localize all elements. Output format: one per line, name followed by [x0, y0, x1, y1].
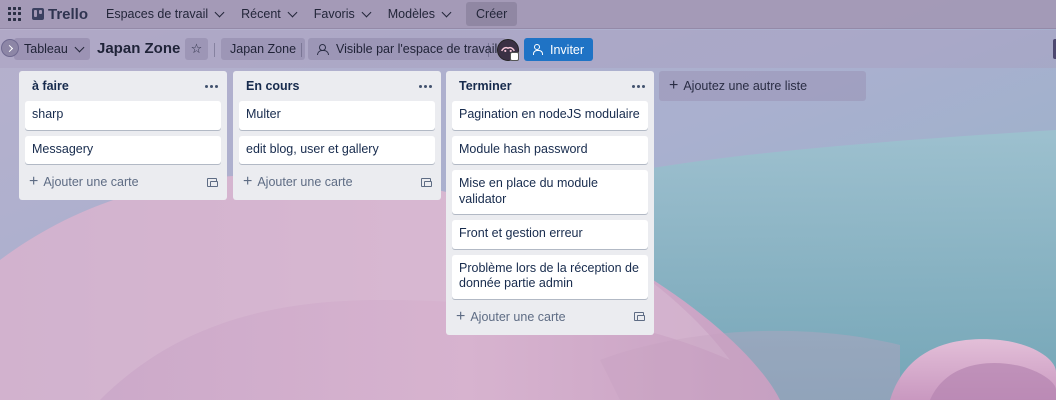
menu-starred-label: Favoris — [313, 7, 355, 21]
chevron-down-icon — [214, 7, 225, 17]
menu-recent-label: Récent — [241, 7, 281, 21]
add-card-row: + Ajouter une carte — [19, 170, 227, 194]
menu-workspaces-label: Espaces de travail — [106, 7, 209, 21]
logo-text: Trello — [48, 5, 89, 23]
trello-logo[interactable]: Trello — [32, 6, 88, 23]
divider — [301, 43, 302, 57]
star-board-button[interactable]: ☆ — [185, 38, 208, 60]
list-title[interactable]: Terminer — [459, 79, 512, 93]
card-template-icon[interactable] — [634, 312, 645, 321]
add-card-label: Ajouter une carte — [470, 309, 566, 324]
chevron-right-icon — [5, 44, 13, 52]
list-menu-icon[interactable] — [632, 84, 645, 88]
board-title[interactable]: Japan Zone — [97, 40, 180, 57]
list-header[interactable]: Terminer — [446, 71, 654, 101]
add-card-button[interactable]: + Ajouter une carte — [29, 173, 139, 190]
sidebar-expand-button[interactable] — [1, 39, 19, 57]
card[interactable]: Front et gestion erreur — [452, 220, 648, 249]
list-header[interactable]: à faire — [19, 71, 227, 101]
card[interactable]: Problème lors de la réception de donnée … — [452, 254, 648, 299]
plus-icon: + — [456, 307, 466, 325]
list-menu-icon[interactable] — [419, 84, 432, 88]
add-card-row: + Ajouter une carte — [233, 170, 441, 194]
add-list-button[interactable]: + Ajoutez une autre liste — [659, 71, 866, 101]
visibility-label: Visible par l'espace de travail — [336, 42, 498, 56]
card-template-icon[interactable] — [207, 177, 218, 187]
card[interactable]: sharp — [25, 101, 221, 130]
list-a-faire: à faire sharp Messagery + Ajouter une ca… — [19, 71, 227, 200]
card[interactable]: Pagination en nodeJS modulaire — [452, 101, 648, 130]
card[interactable]: Module hash password — [452, 135, 648, 164]
plus-icon: + — [243, 173, 253, 190]
card[interactable]: Multer — [239, 101, 435, 130]
create-button[interactable]: Créer — [466, 2, 518, 26]
admin-badge-icon — [510, 52, 519, 61]
add-card-button[interactable]: + Ajouter une carte — [243, 173, 353, 190]
add-card-label: Ajouter une carte — [257, 175, 353, 189]
user-plus-icon — [533, 44, 544, 55]
card[interactable]: edit blog, user et gallery — [239, 135, 435, 164]
add-card-label: Ajouter une carte — [43, 175, 139, 189]
list-title[interactable]: En cours — [246, 79, 300, 93]
list-title[interactable]: à faire — [32, 79, 69, 93]
divider — [214, 43, 215, 57]
menu-recent[interactable]: Récent — [233, 2, 304, 26]
workspace-button[interactable]: Japan Zone — [221, 38, 306, 60]
plus-icon: + — [29, 173, 39, 190]
menu-workspaces[interactable]: Espaces de travail — [98, 2, 231, 26]
chevron-down-icon — [441, 7, 452, 17]
list-menu-icon[interactable] — [205, 84, 218, 88]
add-card-row: + Ajouter une carte — [446, 305, 654, 329]
menu-templates-label: Modèles — [387, 7, 435, 21]
card[interactable]: Messagery — [25, 135, 221, 164]
list-terminer: Terminer Pagination en nodeJS modulaire … — [446, 71, 654, 335]
card[interactable]: Mise en place du module validator — [452, 170, 648, 214]
chevron-down-icon — [361, 7, 372, 17]
list-en-cours: En cours Multer edit blog, user et galle… — [233, 71, 441, 200]
card-template-icon[interactable] — [421, 177, 432, 187]
people-icon — [317, 44, 329, 55]
chevron-down-icon — [287, 7, 298, 17]
add-list-label: Ajoutez une autre liste — [683, 79, 808, 93]
app-switcher-icon[interactable] — [8, 7, 22, 21]
visibility-button[interactable]: Visible par l'espace de travail — [308, 38, 507, 60]
board-header: Tableau Japan Zone ☆ Japan Zone Visible … — [0, 30, 1056, 68]
view-switcher[interactable]: Tableau — [14, 38, 90, 60]
list-header[interactable]: En cours — [233, 71, 441, 101]
menu-starred[interactable]: Favoris — [306, 2, 378, 26]
menu-templates[interactable]: Modèles — [380, 2, 458, 26]
plus-icon: + — [669, 77, 679, 94]
chevron-down-icon — [74, 42, 85, 52]
add-card-button[interactable]: + Ajouter une carte — [456, 307, 566, 325]
trello-logo-icon — [32, 8, 44, 20]
view-switcher-label: Tableau — [24, 42, 68, 56]
divider — [488, 43, 489, 57]
star-icon: ☆ — [190, 41, 203, 56]
invite-button[interactable]: Inviter — [524, 38, 594, 61]
invite-label: Inviter — [550, 42, 585, 57]
top-nav: Trello Espaces de travail Récent Favoris… — [0, 0, 1056, 29]
